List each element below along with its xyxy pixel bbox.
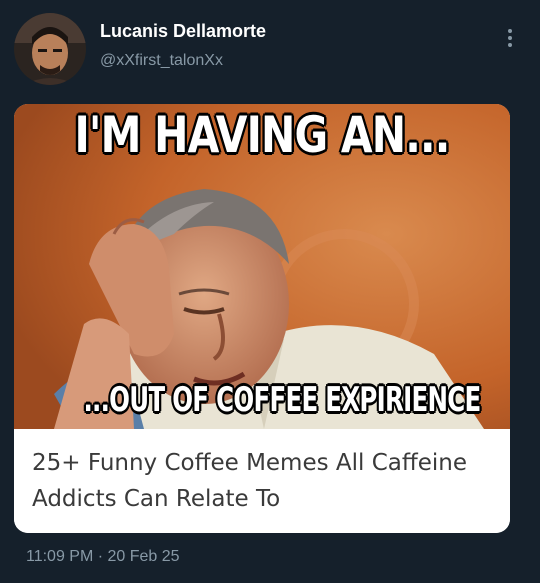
tweet: Lucanis Dellamorte @xXfirst_talonXx I'M … [0, 0, 540, 583]
more-dot [508, 36, 512, 40]
meme-top-text: I'M HAVING AN... [74, 106, 450, 164]
link-card[interactable]: I'M HAVING AN... ...OUT OF COFFEE EXPIRI… [14, 104, 510, 533]
meme-bottom-text: ...OUT OF COFFEE EXPIRIENCE [83, 380, 481, 420]
more-dot [508, 29, 512, 33]
tweet-timestamp[interactable]: 11:09 PM · 20 Feb 25 [26, 548, 180, 566]
meme-image: I'M HAVING AN... ...OUT OF COFFEE EXPIRI… [14, 104, 510, 429]
card-caption: 25+ Funny Coffee Memes All Caffeine Addi… [14, 429, 510, 533]
author-handle[interactable]: @xXfirst_talonXx [100, 52, 223, 70]
more-options-icon[interactable] [500, 24, 520, 52]
avatar-image [14, 13, 86, 85]
author-avatar[interactable] [14, 13, 86, 85]
card-title[interactable]: 25+ Funny Coffee Memes All Caffeine Addi… [32, 445, 492, 517]
more-dot [508, 43, 512, 47]
author-name[interactable]: Lucanis Dellamorte [100, 21, 266, 42]
